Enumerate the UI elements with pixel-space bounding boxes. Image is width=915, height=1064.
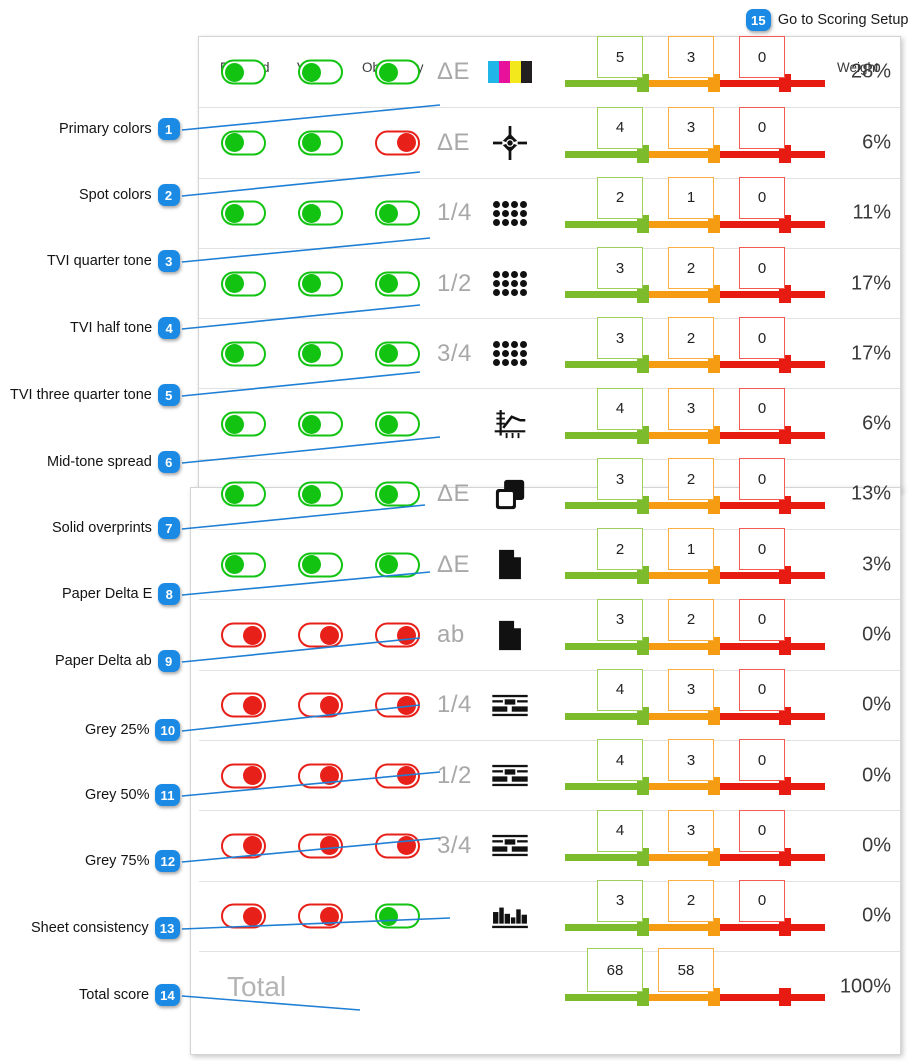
- callout-badge-3: 3: [157, 250, 180, 272]
- callout-7[interactable]: Solid overprints 7: [52, 517, 180, 539]
- callout-badge-6: 6: [157, 451, 180, 473]
- callout-badge-7: 7: [157, 517, 180, 539]
- callout-13[interactable]: Sheet consistency 13: [31, 917, 180, 939]
- callout-label: Solid overprints: [52, 520, 152, 536]
- callout-4[interactable]: TVI half tone 4: [70, 317, 181, 339]
- callout-14[interactable]: Total score 14: [79, 984, 180, 1006]
- callout-label: Spot colors: [79, 187, 152, 203]
- callout-label: Grey 25%: [85, 722, 150, 738]
- callout-12[interactable]: Grey 75% 12: [85, 850, 181, 872]
- callout-badge-10: 10: [155, 719, 181, 741]
- callout-badge-1: 1: [157, 118, 180, 140]
- callout-badge-14: 14: [155, 984, 180, 1006]
- callout-label: TVI three quarter tone: [10, 387, 152, 403]
- callout-label: Total score: [79, 987, 150, 1003]
- callout-badge-12: 12: [155, 850, 181, 872]
- callout-11[interactable]: Grey 50% 11: [85, 784, 180, 806]
- callout-badge-2: 2: [157, 184, 180, 206]
- callout-badge-8: 8: [158, 583, 181, 605]
- callout-badge-5: 5: [157, 384, 180, 406]
- callout-label: Paper Delta E: [62, 586, 153, 602]
- callout-label: Grey 75%: [85, 853, 150, 869]
- callout-label: Grey 50%: [85, 787, 150, 803]
- callout-6[interactable]: Mid-tone spread 6: [47, 451, 180, 473]
- callout-badge-9: 9: [157, 650, 180, 672]
- callout-3[interactable]: TVI quarter tone 3: [47, 250, 180, 272]
- callout-5[interactable]: TVI three quarter tone 5: [10, 384, 180, 406]
- callout-label: TVI quarter tone: [47, 253, 152, 269]
- callout-badge-4: 4: [158, 317, 181, 339]
- callout-label: Mid-tone spread: [47, 454, 152, 470]
- callout-label: Primary colors: [59, 121, 152, 137]
- callout-label: TVI half tone: [70, 320, 153, 336]
- callout-label: Paper Delta ab: [55, 653, 152, 669]
- callout-8[interactable]: Paper Delta E 8: [62, 583, 181, 605]
- callout-badge-13: 13: [154, 917, 180, 939]
- callout-1[interactable]: Primary colors 1: [59, 118, 180, 140]
- callout-badge-11: 11: [155, 784, 180, 806]
- callout-2[interactable]: Spot colors 2: [79, 184, 180, 206]
- callout-10[interactable]: Grey 25% 10: [85, 719, 181, 741]
- callout-9[interactable]: Paper Delta ab 9: [55, 650, 180, 672]
- callout-label: Sheet consistency: [31, 920, 149, 936]
